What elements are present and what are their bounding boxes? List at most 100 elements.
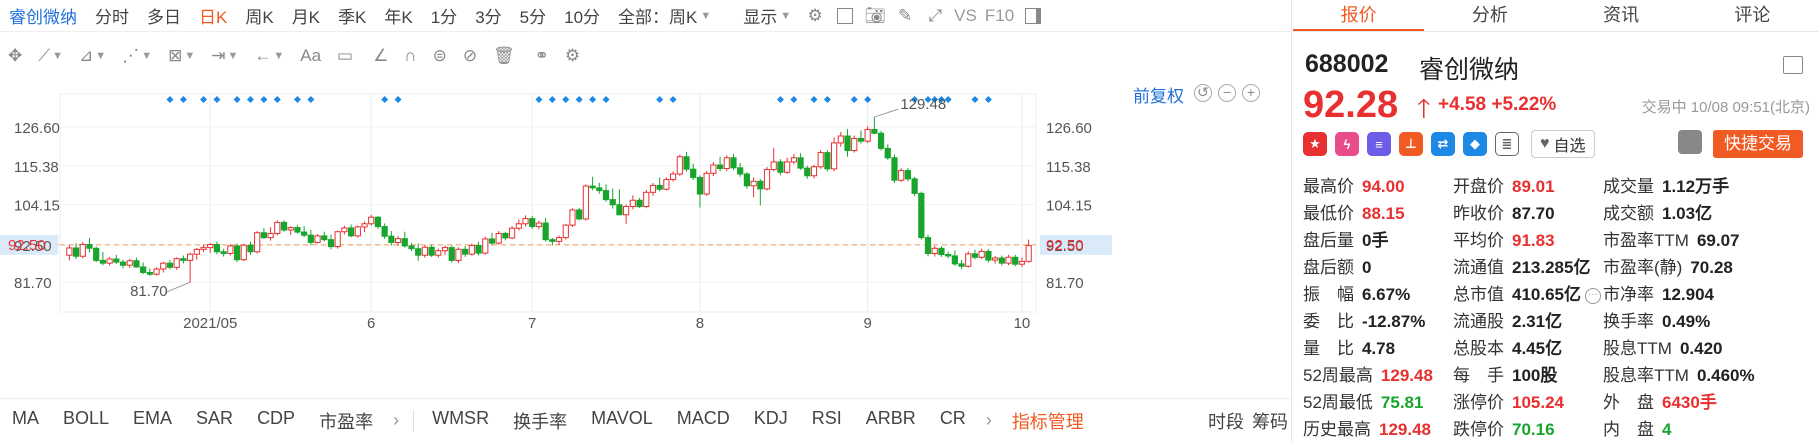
panel-toggle[interactable]: 筹码: [1248, 408, 1292, 434]
candle-body: [851, 137, 858, 152]
more-icon[interactable]: ···: [1585, 287, 1601, 304]
cycle-tool-icon[interactable]: ⊜: [433, 46, 447, 66]
fullscreen-icon[interactable]: ⤢: [924, 5, 946, 27]
angle-tool-icon[interactable]: ∠: [373, 46, 388, 66]
indicator-sub-item[interactable]: CR: [928, 408, 978, 434]
sidebar-icon[interactable]: [1022, 5, 1044, 27]
period-tab[interactable]: 多日: [138, 3, 190, 28]
period-tab[interactable]: 1分: [422, 3, 466, 28]
stat-label: 涨停价: [1453, 393, 1504, 412]
period-tab[interactable]: 季K: [329, 3, 375, 28]
candle-body: [488, 238, 496, 244]
candle-body: [945, 254, 952, 257]
chevron-right-icon[interactable]: ›: [978, 410, 1000, 431]
indicator-manage-button[interactable]: 指标管理: [1000, 408, 1096, 434]
indicator-sub-item[interactable]: 换手率: [501, 408, 579, 434]
gear-icon[interactable]: ⚙: [804, 5, 826, 27]
candle-body: [958, 263, 965, 267]
indicator-sub-item[interactable]: RSI: [800, 408, 854, 434]
candle-body: [66, 247, 73, 256]
shuffle-icon[interactable]: ⇄: [1431, 132, 1455, 156]
panel-toggle[interactable]: 时段: [1204, 408, 1248, 434]
indicator-sub-item[interactable]: WMSR: [420, 408, 501, 434]
frame-icon[interactable]: [834, 5, 856, 27]
crosshair-icon[interactable]: ✥: [8, 46, 22, 66]
period-tab[interactable]: 日K: [190, 3, 236, 28]
trash-icon[interactable]: 🗑︎: [493, 46, 515, 66]
bell-icon[interactable]: [1678, 130, 1702, 154]
overlap-icon[interactable]: ⚭: [535, 46, 549, 66]
document-icon[interactable]: [1783, 56, 1803, 74]
period-tab[interactable]: 年K: [375, 3, 421, 28]
comment-tool-icon[interactable]: ▭: [337, 46, 353, 66]
candle-body: [106, 258, 113, 264]
period-tab[interactable]: 分时: [86, 3, 138, 28]
database-icon[interactable]: ≡: [1367, 132, 1391, 156]
chevron-down-icon: ▼: [780, 9, 792, 22]
text-tool-icon[interactable]: Aa: [300, 46, 321, 66]
stat-label: 内 盘: [1603, 420, 1654, 439]
chevron-right-icon[interactable]: ›: [385, 410, 407, 431]
indicator-main-item[interactable]: EMA: [121, 408, 184, 434]
quick-trade-button[interactable]: 快捷交易: [1713, 130, 1803, 158]
lightning-icon[interactable]: ϟ: [1335, 132, 1359, 156]
vs-button[interactable]: VS: [950, 6, 981, 26]
arrow-tool-icon[interactable]: ← ▼: [254, 46, 284, 66]
scope-select[interactable]: 全部：周K ▼: [609, 3, 720, 28]
candle-body: [166, 262, 174, 268]
flag-icon[interactable]: ★: [1303, 132, 1327, 156]
candle-body: [643, 191, 650, 207]
indicator-sub-item[interactable]: MAVOL: [579, 408, 665, 434]
display-select[interactable]: 显示 ▼: [734, 3, 800, 28]
indicator-sub-item[interactable]: ARBR: [854, 408, 928, 434]
indicator-sub-item[interactable]: MACD: [665, 408, 742, 434]
stat-cell: 最高价 94.00: [1303, 172, 1405, 197]
quote-tab[interactable]: 资讯: [1556, 0, 1687, 31]
period-tab[interactable]: 10分: [555, 3, 609, 28]
candle-body: [737, 167, 744, 175]
arc-tool-icon[interactable]: ∩: [404, 46, 416, 66]
fib-tool-icon[interactable]: ⊠ ▼: [168, 46, 195, 66]
line-tool-icon[interactable]: ⟋ ▼: [38, 46, 63, 66]
wave-tool-icon[interactable]: ⋰ ▼: [122, 46, 152, 66]
tag-icon[interactable]: ◆: [1463, 132, 1487, 156]
quote-tab[interactable]: 报价: [1293, 0, 1425, 31]
y-tick-label-left: 81.70: [14, 275, 52, 292]
candle-body: [119, 261, 127, 266]
event-marker: [535, 96, 543, 103]
event-marker: [260, 96, 268, 103]
indicator-main-item[interactable]: SAR: [184, 408, 245, 434]
stat-cell: 跌停价 70.16: [1453, 415, 1555, 440]
quote-tab[interactable]: 评论: [1687, 0, 1818, 31]
candle-body: [582, 185, 589, 220]
indicator-sub-item[interactable]: KDJ: [742, 408, 800, 434]
indicator-main-item[interactable]: MA: [0, 408, 51, 434]
balance-icon[interactable]: ⊥: [1399, 132, 1423, 156]
f10-button[interactable]: F10: [981, 6, 1018, 26]
candlestick-chart[interactable]: 126.60 126.60 115.38 115.38 104.15 104.15 92.5…: [0, 78, 1292, 398]
camera-icon[interactable]: 📷︎: [864, 5, 886, 27]
candle-body: [877, 132, 885, 149]
period-tab[interactable]: 5分: [511, 3, 555, 28]
stat-cell: 历史最高 129.48: [1303, 415, 1431, 440]
candle-body: [616, 204, 623, 216]
indicator-main-item[interactable]: BOLL: [51, 408, 121, 434]
hide-tool-icon[interactable]: ⊘: [463, 46, 477, 66]
indicator-main-item[interactable]: 市盈率: [307, 408, 385, 434]
candle-body: [871, 128, 878, 134]
pen-icon[interactable]: ✎: [894, 5, 916, 27]
settings-icon[interactable]: ⚙: [565, 46, 580, 66]
candle-body: [971, 253, 979, 258]
stock-name-tab[interactable]: 睿创微纳: [0, 3, 86, 28]
candle-body: [509, 227, 516, 239]
watchlist-button[interactable]: ♥ 自选: [1531, 130, 1595, 158]
period-tab[interactable]: 周K: [236, 3, 282, 28]
indicator-main-item[interactable]: CDP: [245, 408, 307, 434]
stat-label: 每 手: [1453, 366, 1504, 385]
channel-tool-icon[interactable]: ⊿ ▼: [79, 46, 106, 66]
period-tab[interactable]: 3分: [466, 3, 510, 28]
measure-tool-icon[interactable]: ⇥ ▼: [211, 46, 238, 66]
quote-tab[interactable]: 分析: [1424, 0, 1555, 31]
note-icon[interactable]: ≣: [1495, 132, 1519, 156]
period-tab[interactable]: 月K: [283, 3, 329, 28]
